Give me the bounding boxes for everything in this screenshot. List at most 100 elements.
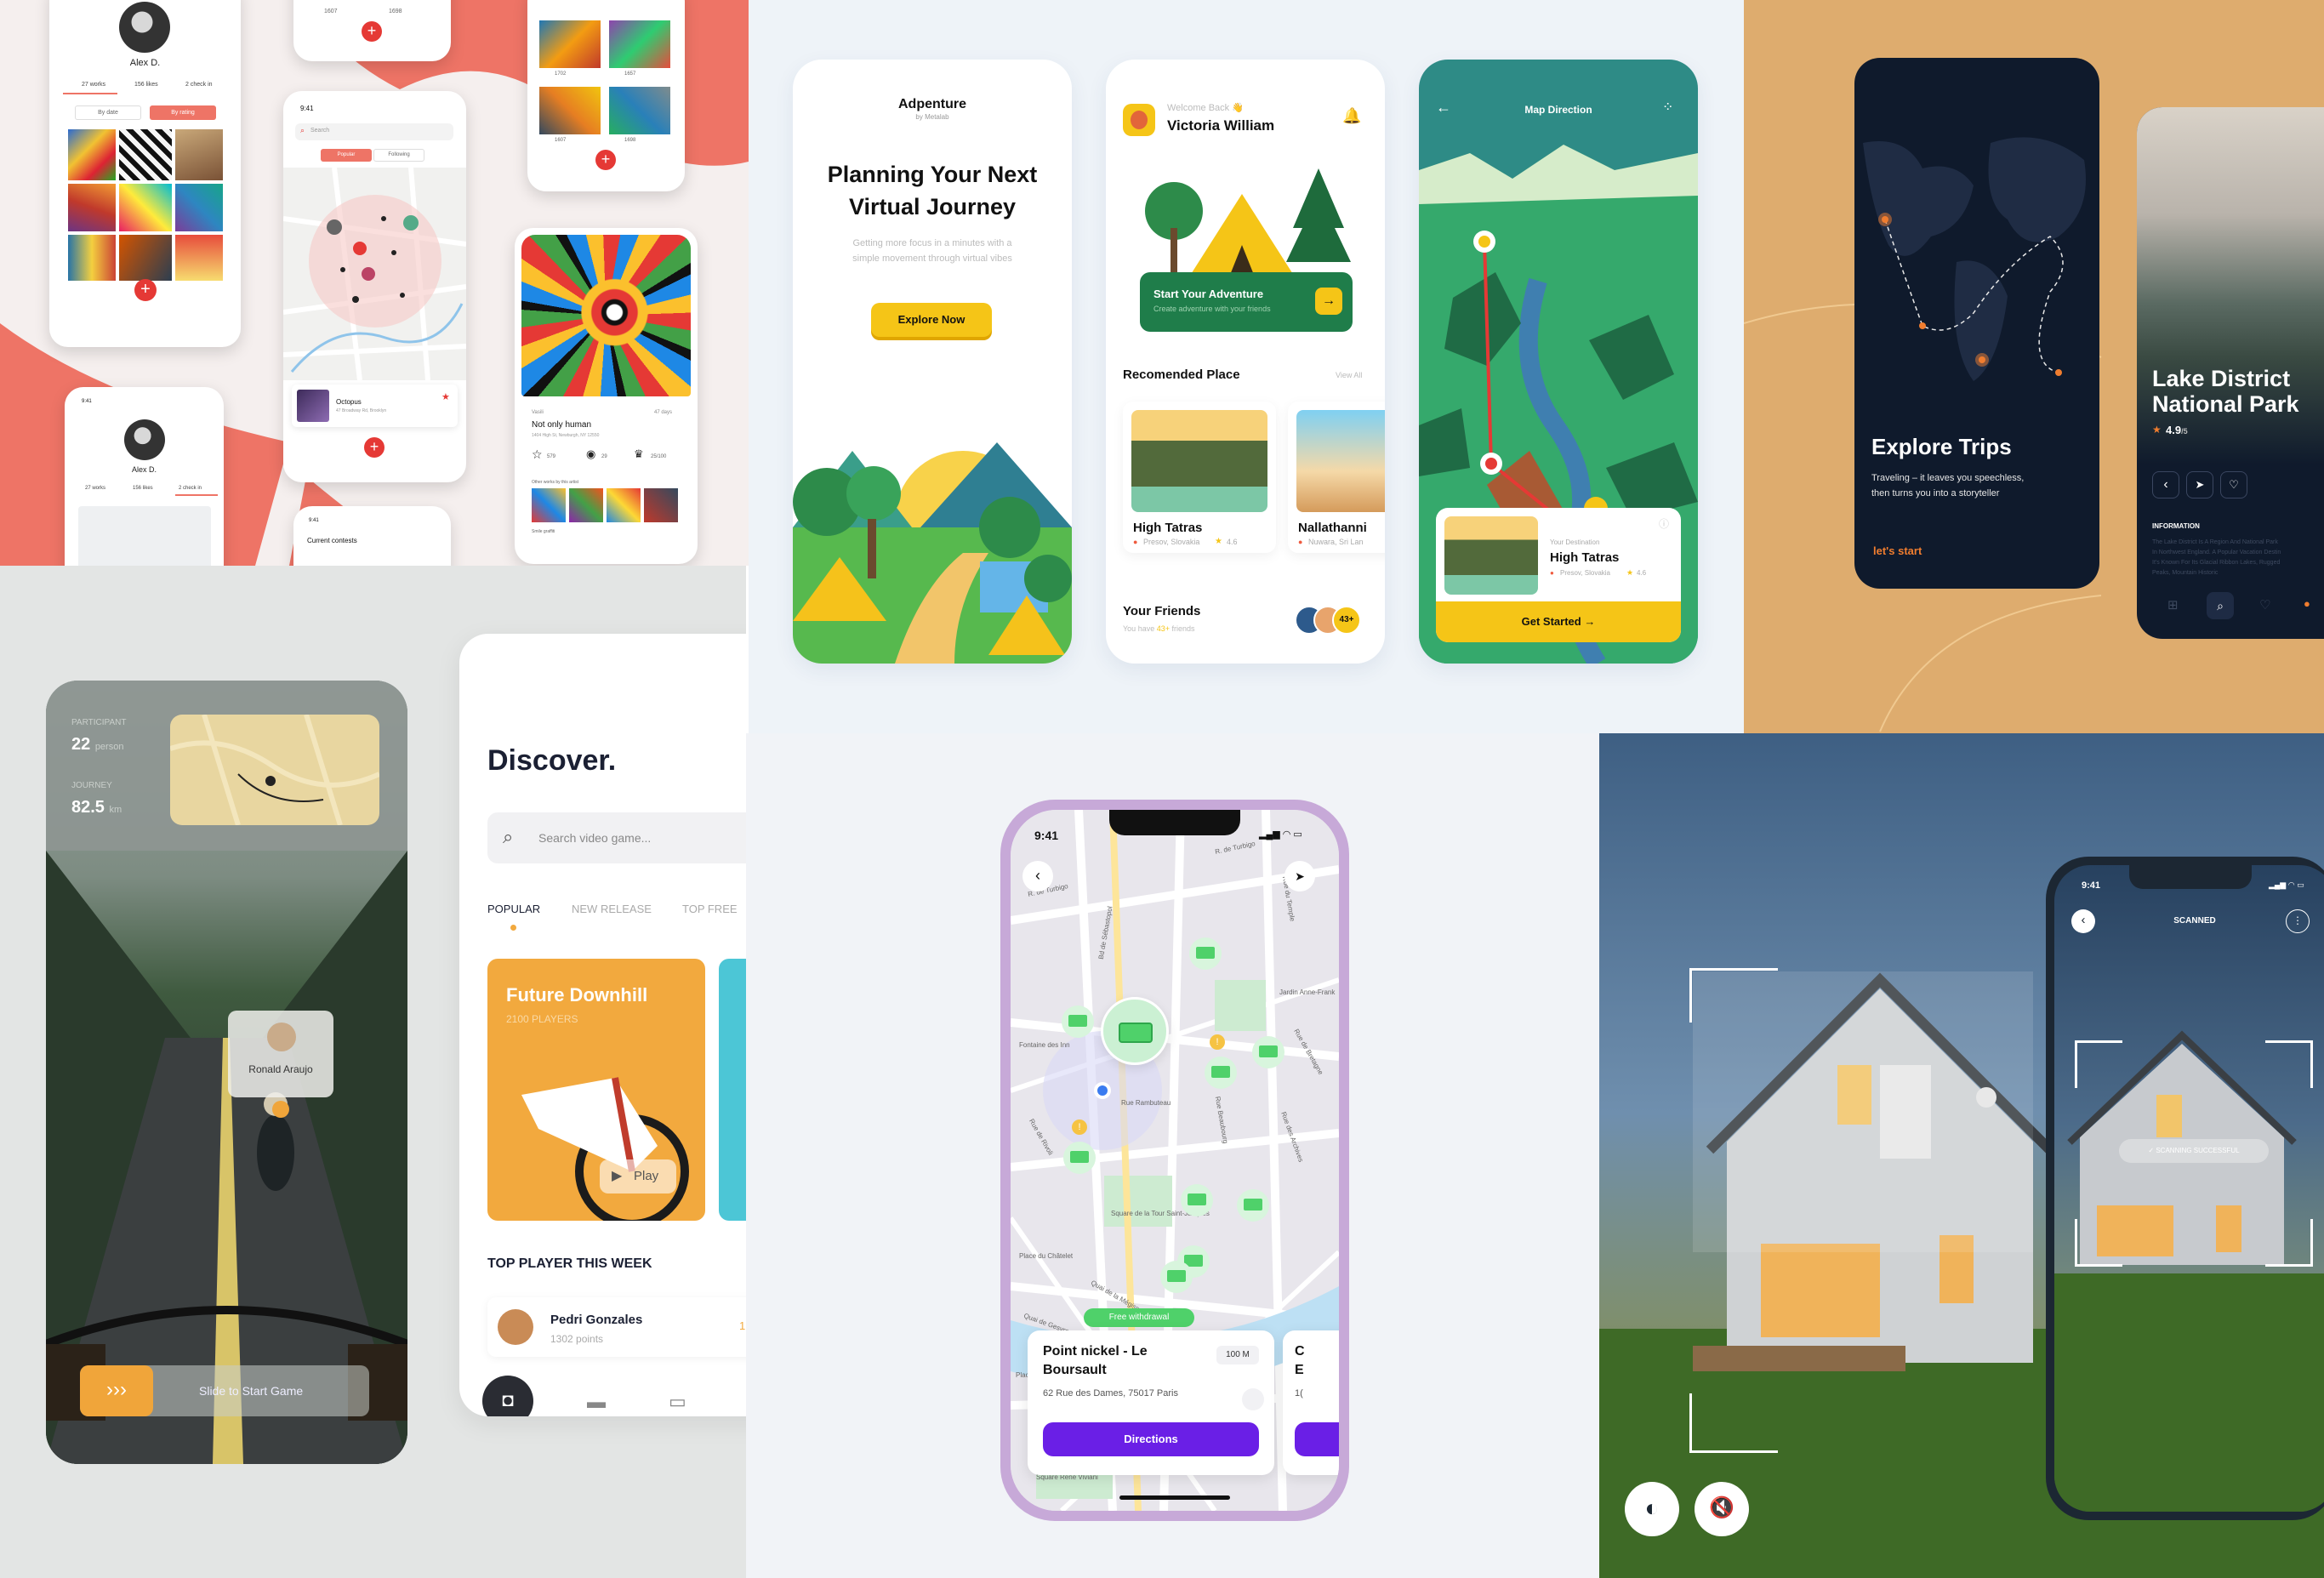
atm-pin[interactable] bbox=[1205, 1057, 1237, 1089]
grid-icon[interactable]: ⁘ bbox=[1662, 99, 1673, 116]
section-title: Recomended Place bbox=[1123, 367, 1240, 382]
slide-label: Slide to Start Game bbox=[199, 1384, 304, 1398]
search-input[interactable]: ⌕ Search video game... bbox=[487, 812, 746, 863]
directions-button[interactable]: Directions bbox=[1043, 1422, 1259, 1456]
favorite-icon[interactable]: ★ bbox=[441, 391, 450, 402]
friends-sub: You have 43+ friends bbox=[1123, 624, 1195, 633]
scan-frame-corner bbox=[2075, 1219, 2122, 1267]
tab-new-release[interactable]: NEW RELEASE bbox=[572, 903, 652, 915]
trophy-icon[interactable]: ♛ bbox=[634, 447, 644, 461]
add-button[interactable]: + bbox=[134, 279, 157, 301]
friends-badge[interactable]: 43+ bbox=[1332, 606, 1361, 635]
destination-card[interactable]: Your Destination High Tatras ● Presov, S… bbox=[1436, 508, 1681, 642]
info-text-4: Peaks, Mountain Historic bbox=[2152, 570, 2219, 576]
checkin-count: 2 check in bbox=[185, 82, 213, 88]
play-button[interactable]: ▶ Play bbox=[600, 1159, 676, 1193]
destination-name: High Tatras bbox=[1550, 550, 1620, 565]
tab-by-date[interactable]: By date bbox=[75, 105, 141, 120]
back-button[interactable]: ‹ bbox=[1022, 861, 1053, 892]
map-area[interactable] bbox=[283, 168, 466, 380]
lets-start-link[interactable]: let's start bbox=[1873, 544, 1922, 557]
arrow-button[interactable]: → bbox=[1315, 288, 1342, 315]
search-input[interactable]: ⌕ Search bbox=[295, 123, 453, 140]
avatar bbox=[267, 1023, 296, 1051]
player-row[interactable]: Pedri Gonzales 1302 points 1 bbox=[487, 1297, 746, 1357]
locate-button[interactable]: ➤ bbox=[1284, 861, 1315, 892]
back-button[interactable]: ‹ bbox=[2152, 471, 2179, 498]
atm-pin[interactable] bbox=[1252, 1036, 1284, 1068]
atm-pin[interactable] bbox=[1063, 1142, 1096, 1174]
like-button[interactable]: ♡ bbox=[2220, 471, 2247, 498]
game-card[interactable]: Future Downhill 2100 PLAYERS ▶ Play bbox=[487, 959, 705, 1221]
grid-icon[interactable]: ⊞ bbox=[2167, 597, 2179, 612]
slide-to-start[interactable]: ››› Slide to Start Game bbox=[80, 1365, 369, 1416]
explore-now-button[interactable]: Explore Now bbox=[871, 303, 992, 337]
directions-button-peek[interactable] bbox=[1295, 1422, 1339, 1456]
store-icon[interactable]: ▬ bbox=[587, 1391, 606, 1413]
grid-likes-c: 1607 bbox=[555, 138, 567, 143]
add-button[interactable]: + bbox=[362, 21, 382, 42]
game-controller-button[interactable]: ◘ bbox=[482, 1376, 533, 1416]
warning-pin[interactable]: ! bbox=[1072, 1119, 1087, 1135]
check-icon[interactable]: ◉ bbox=[586, 447, 595, 461]
street-label: Place du Châtelet bbox=[1019, 1252, 1074, 1260]
welcome-title-1: Planning Your Next bbox=[827, 162, 1038, 187]
chat-icon[interactable]: ▭ bbox=[669, 1391, 686, 1413]
stat-b: 29 bbox=[601, 454, 607, 459]
info-icon[interactable]: ⓘ bbox=[1659, 516, 1669, 531]
house-panel: 9:41 ▂▄▆ ◠ ▭ ‹ SCANNED ⋮ ✓ SCANNING SUCC… bbox=[1599, 733, 2324, 1578]
tab-following[interactable]: Following bbox=[373, 149, 424, 162]
destination-location: Presov, Slovakia bbox=[1560, 569, 1610, 577]
place-image bbox=[1296, 410, 1385, 512]
contrast-button[interactable]: ◐ bbox=[1625, 1482, 1679, 1536]
contests-phone: 9:41 Current contests bbox=[293, 506, 451, 566]
distance-badge: 100 M bbox=[1216, 1346, 1259, 1364]
slide-handle[interactable]: ››› bbox=[80, 1365, 153, 1416]
park-name-2: National Park bbox=[2152, 391, 2299, 417]
atm-pin[interactable] bbox=[1062, 1005, 1094, 1038]
bell-icon[interactable]: 🔔 bbox=[1342, 107, 1361, 125]
atm-pin[interactable] bbox=[1181, 1184, 1213, 1216]
add-button[interactable]: + bbox=[595, 150, 616, 170]
start-adventure-card[interactable]: Start Your Adventure Create adventure wi… bbox=[1140, 272, 1353, 332]
tab-popular[interactable]: Popular bbox=[321, 149, 372, 162]
status-time: 9:41 bbox=[309, 518, 319, 523]
rider-card[interactable]: Ronald Araujo bbox=[228, 1011, 333, 1097]
place-thumb bbox=[297, 390, 329, 422]
get-started-button[interactable]: Get Started → bbox=[1436, 601, 1681, 642]
tab-top-free[interactable]: TOP FREE bbox=[682, 903, 738, 915]
profile-icon[interactable]: ● bbox=[2304, 597, 2310, 610]
tab-popular[interactable]: POPULAR bbox=[487, 903, 540, 915]
author: Vasili bbox=[532, 410, 544, 415]
journey-value: 82.5 km bbox=[71, 798, 122, 817]
game-title: Future Downhill bbox=[506, 984, 648, 1005]
atm-detail-card-peek[interactable]: C E 1( bbox=[1283, 1330, 1339, 1475]
game-card-2[interactable] bbox=[719, 959, 746, 1221]
participant-value: 22 person bbox=[71, 735, 123, 755]
atm-pin[interactable] bbox=[1237, 1189, 1269, 1222]
more-button[interactable]: ⋮ bbox=[2286, 909, 2310, 933]
route-mini-map[interactable] bbox=[170, 715, 379, 825]
atm-pin[interactable] bbox=[1160, 1261, 1193, 1293]
avatar bbox=[119, 2, 170, 53]
search-button[interactable]: ⌕ bbox=[2207, 592, 2234, 619]
atm-detail-card[interactable]: Point nickel - Le Boursault 100 M 62 Rue… bbox=[1028, 1330, 1274, 1475]
participant-number: 22 bbox=[71, 735, 91, 754]
view-all-link[interactable]: View All bbox=[1336, 371, 1362, 379]
atm-pin[interactable] bbox=[1189, 937, 1222, 970]
share-button[interactable]: ➤ bbox=[2186, 471, 2213, 498]
street-label: Fontaine des Inn bbox=[1019, 1041, 1070, 1049]
star-icon[interactable]: ☆ bbox=[532, 447, 543, 462]
warning-pin[interactable]: ! bbox=[1210, 1034, 1225, 1050]
scanned-header: SCANNED bbox=[2173, 916, 2216, 926]
mute-button[interactable]: 🔇 bbox=[1695, 1482, 1749, 1536]
add-button[interactable]: + bbox=[364, 437, 384, 458]
heart-icon[interactable]: ♡ bbox=[2259, 597, 2270, 612]
info-text-3: It's Known For Its Glacial Ribbon Lakes,… bbox=[2152, 560, 2281, 566]
place-card[interactable]: Octopus 47 Broadway Rd, Brooklyn ★ bbox=[292, 385, 458, 427]
place-location: Nuwara, Sri Lan bbox=[1308, 538, 1364, 546]
place-card-1[interactable]: High Tatras ● Presov, Slovakia ★ 4.6 bbox=[1123, 402, 1276, 553]
tab-by-rating[interactable]: By rating bbox=[150, 105, 216, 120]
atm-pin-large[interactable] bbox=[1101, 997, 1169, 1065]
place-card-2[interactable]: Nallathanni ● Nuwara, Sri Lan bbox=[1288, 402, 1385, 553]
